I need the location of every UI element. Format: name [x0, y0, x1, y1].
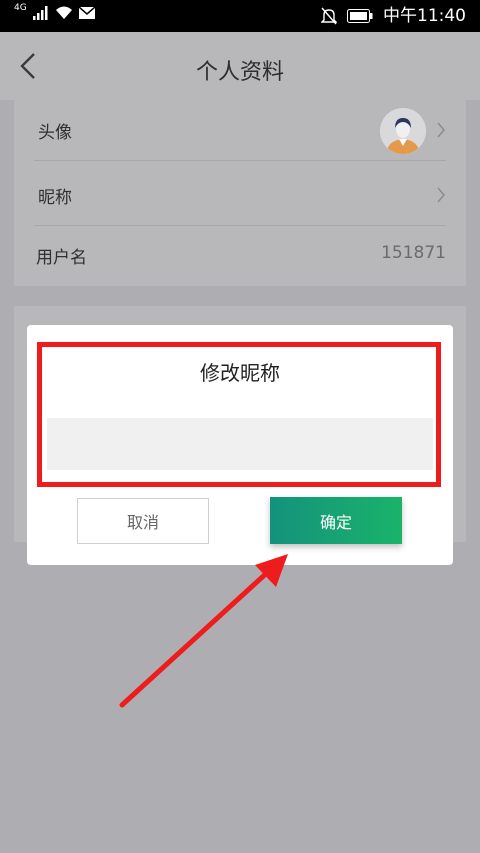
battery-icon	[347, 9, 373, 23]
bell-off-icon	[321, 7, 337, 25]
chevron-right-icon	[437, 187, 445, 203]
signal-icon	[32, 6, 48, 20]
username-value: 151871	[381, 243, 446, 263]
page-title: 个人资料	[195, 60, 284, 85]
status-right: 中午11:40	[321, 6, 466, 26]
avatar-image	[380, 108, 426, 154]
avatar	[380, 108, 426, 154]
username-row: 用户名 151871	[32, 225, 446, 285]
avatar-label: 头像	[38, 123, 72, 143]
status-bar: 4G 中午11:40	[0, 0, 480, 32]
nickname-row[interactable]: 昵称	[34, 165, 446, 226]
status-left: 4G	[14, 3, 95, 20]
edit-nickname-dialog: 修改昵称 取消 确定	[27, 325, 453, 565]
profile-card: 头像 昵称 用户名 151871	[14, 100, 466, 286]
confirm-button[interactable]: 确定	[270, 497, 402, 544]
cancel-button[interactable]: 取消	[77, 498, 209, 544]
nickname-label: 昵称	[38, 188, 72, 208]
mail-icon	[78, 7, 95, 19]
avatar-row[interactable]: 头像	[34, 100, 446, 161]
nav-bar: 个人资料	[0, 32, 480, 100]
username-label: 用户名	[36, 248, 87, 268]
annotation-highlight-box	[37, 342, 441, 487]
network-type: 4G	[14, 3, 27, 13]
wifi-icon	[55, 6, 72, 19]
chevron-right-icon	[437, 122, 445, 138]
clock: 中午11:40	[383, 6, 466, 26]
